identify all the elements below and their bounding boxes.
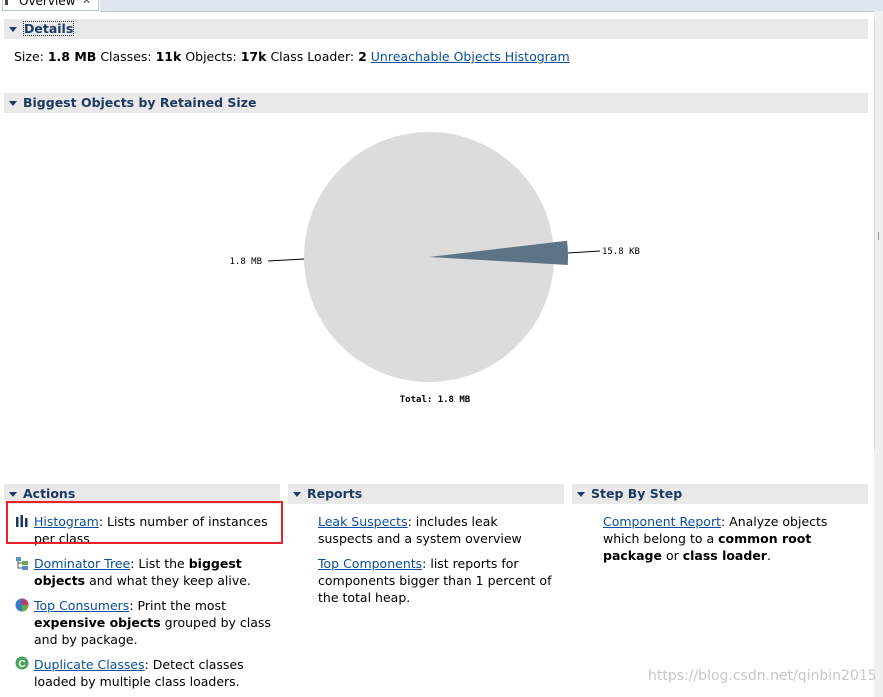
component-report-connector: or	[661, 548, 683, 563]
class-loader-emphasis: class loader	[682, 548, 767, 563]
pie-label-small: 15.8 KB	[602, 247, 640, 257]
watermark: https://blog.csdn.net/qinbin2015	[648, 668, 877, 684]
overview-icon	[5, 0, 8, 5]
duplicate-classes-link[interactable]: Duplicate Classes	[34, 657, 145, 672]
pie-label-large: 1.8 MB	[229, 257, 262, 267]
pie-leader-line-small	[567, 250, 601, 254]
details-summary: Size: 1.8 MB Classes: 11k Objects: 17k C…	[14, 49, 570, 64]
size-label: Size:	[14, 49, 44, 64]
collapse-triangle-icon[interactable]	[577, 492, 585, 497]
dominator-tree-action: Dominator Tree: List the biggest objects…	[34, 555, 274, 589]
editor-tab-bar: Overview ✕	[0, 0, 883, 12]
collapse-triangle-icon[interactable]	[9, 101, 17, 106]
vertical-scrollbar[interactable]	[874, 11, 883, 697]
scrollbar-divider	[874, 20, 875, 450]
top-consumers-emphasis: expensive objects	[34, 615, 161, 630]
top-consumers-icon	[15, 598, 29, 612]
component-report-end: .	[766, 548, 771, 563]
tab-label: Overview	[19, 0, 76, 8]
size-value: 1.8 MB	[47, 49, 97, 64]
step-by-step-section-header[interactable]: Step By Step	[572, 484, 868, 504]
top-components-link[interactable]: Top Components	[318, 556, 422, 571]
classes-value: 11k	[155, 49, 182, 64]
leak-suspects-report: Leak Suspects: includes leak suspects an…	[318, 513, 554, 547]
class-loader-value: 2	[358, 49, 367, 64]
scrollbar-grip-icon[interactable]	[878, 232, 883, 240]
classes-label: Classes:	[100, 49, 152, 64]
top-consumers-description: : Print the most	[129, 598, 226, 613]
reports-header-label: Reports	[307, 486, 363, 501]
dominator-tree-description: : List the	[130, 556, 189, 571]
highlight-box	[6, 501, 283, 544]
top-consumers-action: Top Consumers: Print the most expensive …	[34, 597, 274, 648]
objects-value: 17k	[240, 49, 267, 64]
close-icon[interactable]: ✕	[82, 0, 91, 8]
tab-strip	[100, 0, 883, 12]
pie-chart-svg: 1.8 MB 15.8 KB Total: 1.8 MB	[229, 132, 640, 405]
objects-label: Objects:	[185, 49, 237, 64]
step-by-step-header-label: Step By Step	[591, 486, 683, 501]
collapse-triangle-icon[interactable]	[9, 27, 17, 32]
dominator-tree-description-end: and what they keep alive.	[85, 573, 251, 588]
details-header-label: Details	[23, 21, 75, 36]
dominator-tree-icon	[15, 556, 29, 570]
duplicate-classes-action: Duplicate Classes: Detect classes loaded…	[34, 656, 274, 690]
biggest-objects-header-label: Biggest Objects by Retained Size	[23, 95, 257, 110]
class-loader-label: Class Loader:	[270, 49, 355, 64]
reports-section-header[interactable]: Reports	[288, 484, 564, 504]
dominator-tree-link[interactable]: Dominator Tree	[34, 556, 130, 571]
leak-suspects-link[interactable]: Leak Suspects	[318, 514, 408, 529]
top-components-report: Top Components: list reports for compone…	[318, 555, 554, 606]
biggest-objects-section-header[interactable]: Biggest Objects by Retained Size	[4, 93, 868, 113]
component-report-link[interactable]: Component Report	[603, 514, 721, 529]
collapse-triangle-icon[interactable]	[293, 492, 301, 497]
tab-overview[interactable]: Overview ✕	[2, 0, 99, 11]
pie-total-label: Total: 1.8 MB	[400, 395, 471, 405]
duplicate-classes-icon: C	[15, 656, 29, 670]
component-report-step: Component Report: Analyze objects which …	[603, 513, 865, 564]
collapse-triangle-icon[interactable]	[9, 492, 17, 497]
svg-text:C: C	[18, 659, 25, 670]
retained-size-pie-chart: 1.8 MB 15.8 KB Total: 1.8 MB	[0, 120, 874, 420]
unreachable-histogram-link[interactable]: Unreachable Objects Histogram	[371, 49, 570, 64]
top-consumers-link[interactable]: Top Consumers	[34, 598, 129, 613]
details-section-header[interactable]: Details	[4, 19, 868, 39]
pie-leader-line-large	[267, 258, 305, 262]
